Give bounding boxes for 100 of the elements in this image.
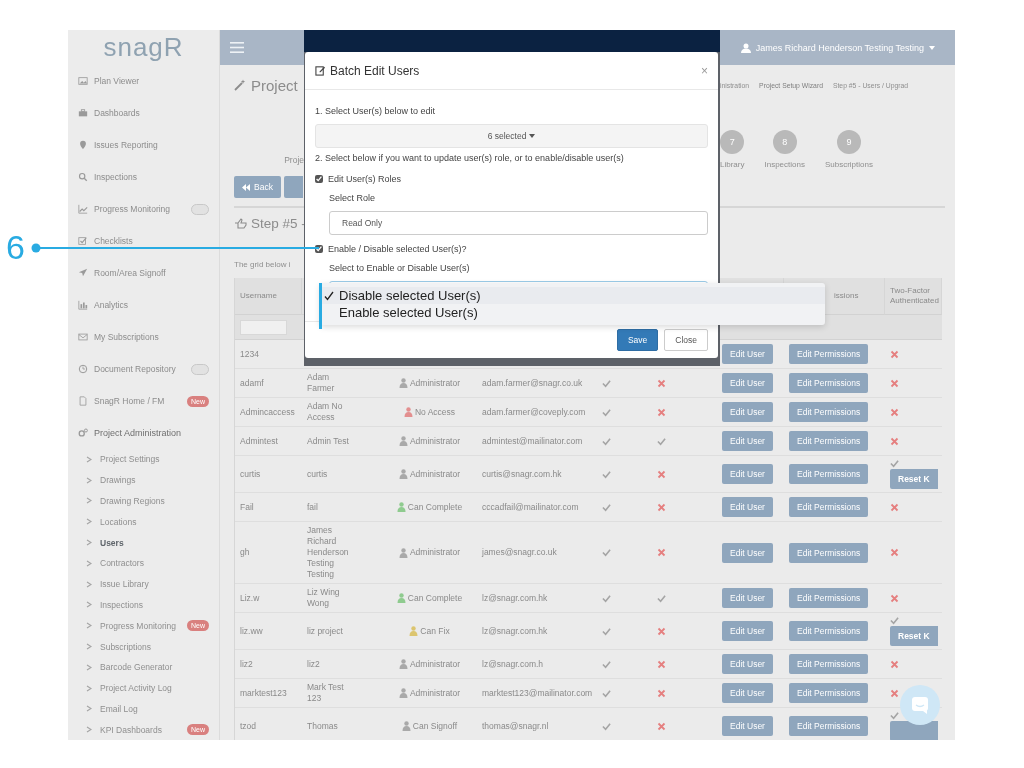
table-cell: Mark Test 123 <box>302 679 382 708</box>
table-cell: curtis <box>302 456 382 493</box>
sidebar-subitem[interactable]: Users <box>68 532 219 553</box>
bar-chart-icon <box>78 300 88 310</box>
section-title: Step #5 - <box>251 215 306 231</box>
table-cell: James Richard Henderson Testing Testing <box>302 522 382 584</box>
edit-permissions-button[interactable]: Edit Permissions <box>789 621 869 641</box>
edit-permissions-button[interactable]: Edit Permissions <box>789 683 869 703</box>
column-header[interactable]: Username <box>235 278 302 315</box>
table-cell: adam.farmer@coveply.com <box>477 398 597 427</box>
edit-user-button[interactable]: Edit User <box>722 344 773 364</box>
edit-user-button[interactable]: Edit User <box>722 402 773 422</box>
edit-user-button[interactable]: Edit User <box>722 373 773 393</box>
sidebar-item[interactable]: Inspections <box>68 161 219 193</box>
edit-user-button[interactable]: Edit User <box>722 716 773 736</box>
sidebar-item[interactable]: Checklists <box>68 225 219 257</box>
column-header[interactable]: Two-Factor Authenticated <box>885 278 942 315</box>
sidebar-item[interactable]: Progress Monitoring <box>68 193 219 225</box>
sidebar-item[interactable]: Plan Viewer <box>68 65 219 97</box>
edit-user-button[interactable]: Edit User <box>722 431 773 451</box>
edit-user-button[interactable]: Edit User <box>722 497 773 517</box>
field-label: Select Role <box>329 193 377 205</box>
chevron-icon <box>86 476 92 484</box>
save-button[interactable]: Save <box>616 329 659 351</box>
edit-permissions-button[interactable]: Edit Permissions <box>789 402 869 422</box>
role-label: Administrator <box>409 468 461 480</box>
sidebar-subitem[interactable]: Email Log <box>68 698 219 720</box>
reset-button[interactable] <box>890 721 938 740</box>
edit-user-button[interactable]: Edit User <box>722 654 773 674</box>
close-button[interactable]: × <box>701 63 708 78</box>
sidebar-subitem[interactable]: Project Activity Log <box>68 677 219 699</box>
intro-text: The grid below i <box>234 260 291 271</box>
sidebar-subitem[interactable]: Drawings <box>68 469 219 491</box>
chevron-icon <box>86 559 92 567</box>
sidebar-subitem-label: Project Settings <box>100 454 161 465</box>
sidebar-item[interactable]: Project Administration <box>68 417 219 449</box>
user-select-dropdown[interactable]: 6 selected <box>315 124 708 148</box>
edit-permissions-button[interactable]: Edit Permissions <box>789 431 869 451</box>
table-cell: admintest@mailinator.com <box>477 427 597 456</box>
chevron-icon <box>86 622 92 630</box>
chevron-icon <box>86 518 92 526</box>
edit-permissions-button[interactable]: Edit Permissions <box>789 542 869 563</box>
edit-user-button[interactable]: Edit User <box>722 588 773 608</box>
sidebar-item[interactable]: Document Repository <box>68 353 219 385</box>
sidebar-item[interactable]: My Subscriptions <box>68 321 219 353</box>
sidebar-subitem[interactable]: Drawing Regions <box>68 490 219 512</box>
table-cell: marktest123 <box>235 679 302 708</box>
checkbox-label: Edit User(s) Roles <box>328 174 401 184</box>
wizard-button[interactable] <box>283 176 303 198</box>
role-select-field[interactable]: Read Only <box>329 211 708 235</box>
table-cell: curtis <box>235 456 302 493</box>
step-number[interactable]: 8 <box>772 130 797 154</box>
edit-permissions-button[interactable]: Edit Permissions <box>789 373 869 393</box>
sidebar-item-label: Analytics <box>94 300 129 310</box>
checkbox[interactable] <box>315 245 323 253</box>
gears-icon <box>78 428 88 438</box>
step-number[interactable]: 7 <box>720 130 745 154</box>
edit-user-button[interactable]: Edit User <box>722 542 773 563</box>
dropdown-option[interactable]: Disable selected User(s) <box>320 287 825 304</box>
chevron-icon <box>86 705 92 713</box>
sidebar-item[interactable]: Room/Area Signoff <box>68 257 219 289</box>
edit-permissions-button[interactable]: Edit Permissions <box>789 464 869 484</box>
reset-button[interactable]: Reset K <box>890 626 938 646</box>
sidebar-subitem[interactable]: Barcode Generator <box>68 656 219 678</box>
sidebar-subitem[interactable]: Inspections <box>68 594 219 616</box>
table-cell: liz.ww <box>235 613 302 650</box>
sidebar-subitem[interactable]: Locations <box>68 511 219 533</box>
role-label: Can Complete <box>407 501 463 513</box>
sidebar-subitem-label: Email Log <box>100 703 139 714</box>
table-cell: Fail <box>235 493 302 522</box>
sidebar-subitem[interactable]: Project Settings <box>68 449 219 470</box>
edit-permissions-button[interactable]: Edit Permissions <box>789 716 869 736</box>
table-cell: cccadfail@mailinator.com <box>477 493 597 522</box>
sidebar-subitem[interactable]: Issue Library <box>68 573 219 595</box>
sidebar-subitem[interactable]: Subscriptions <box>68 636 219 657</box>
edit-user-button[interactable]: Edit User <box>722 683 773 703</box>
menu-icon[interactable] <box>230 42 244 53</box>
reset-button[interactable]: Reset K <box>890 469 938 489</box>
option-label: Enable selected User(s) <box>339 305 478 320</box>
back-button[interactable]: Back <box>234 176 281 198</box>
edit-permissions-button[interactable]: Edit Permissions <box>789 497 869 517</box>
edit-permissions-button[interactable]: Edit Permissions <box>789 344 869 364</box>
table-cell: lz@snagr.com.hk <box>477 613 597 650</box>
logo[interactable]: snagR <box>68 30 219 65</box>
sidebar-item[interactable]: Issues Reporting <box>68 129 219 161</box>
sidebar-subitem-label: Drawings <box>100 475 137 486</box>
edit-permissions-button[interactable]: Edit Permissions <box>789 654 869 674</box>
search-icon <box>78 172 88 182</box>
edit-user-button[interactable]: Edit User <box>722 464 773 484</box>
step-number[interactable]: 9 <box>836 130 861 154</box>
table-cell: liz2 <box>302 650 382 679</box>
checkbox[interactable] <box>315 175 323 183</box>
sidebar-item[interactable]: Analytics <box>68 289 219 321</box>
close-button[interactable]: Close <box>664 329 708 351</box>
edit-user-button[interactable]: Edit User <box>722 621 773 641</box>
edit-permissions-button[interactable]: Edit Permissions <box>789 588 869 608</box>
filter-field[interactable] <box>240 319 287 335</box>
sidebar-subitem[interactable]: Contractors <box>68 553 219 574</box>
sidebar-item[interactable]: Dashboards <box>68 97 219 129</box>
hand-icon <box>234 217 247 229</box>
